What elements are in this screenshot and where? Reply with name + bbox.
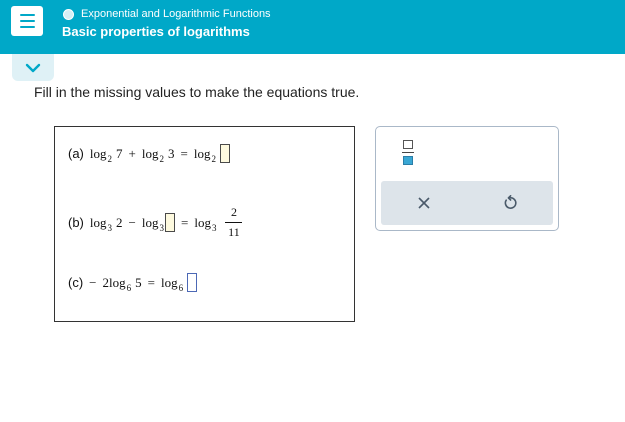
undo-button[interactable] — [499, 192, 521, 214]
log-base: 3 — [211, 222, 217, 233]
undo-icon — [504, 195, 517, 209]
minus-operator: − — [128, 214, 136, 230]
fraction-denominator-slot — [403, 156, 413, 165]
top-header: Exponential and Logarithmic Functions Ba… — [0, 0, 625, 54]
topic-title: Exponential and Logarithmic Functions — [81, 8, 271, 20]
log-function: log — [141, 214, 159, 230]
equation-b: (b) log 3 2 − log 3 = log 3 2 11 — [68, 205, 243, 240]
menu-button[interactable] — [11, 6, 43, 36]
equals-operator: = — [180, 145, 188, 161]
fraction-numerator: 2 — [230, 205, 237, 219]
log-function: log — [89, 214, 107, 230]
equals-operator: = — [147, 274, 155, 290]
negative-sign: − — [89, 274, 97, 290]
circle-icon — [63, 8, 74, 20]
equation-c: (c) − 2 log 6 5 = log 6 — [68, 273, 198, 293]
log-base: 2 — [107, 153, 113, 164]
fraction-icon[interactable] — [402, 140, 414, 168]
log-function: log — [109, 274, 126, 290]
math-tools-panel — [375, 126, 559, 231]
answer-input-c[interactable] — [187, 273, 198, 292]
log-base: 3 — [159, 222, 164, 233]
log-argument: 3 — [167, 145, 175, 161]
fraction: 2 11 — [225, 205, 243, 240]
clear-button[interactable] — [413, 192, 435, 214]
log-argument: 5 — [135, 274, 142, 290]
lesson-title: Basic properties of logarithms — [62, 24, 250, 39]
topic-breadcrumb: Exponential and Logarithmic Functions — [63, 6, 271, 22]
hamburger-icon-line — [19, 20, 35, 22]
log-base: 2 — [211, 153, 216, 164]
instructions-text: Fill in the missing values to make the e… — [34, 84, 360, 100]
log-base: 2 — [159, 153, 164, 164]
answer-input-a[interactable] — [219, 144, 230, 163]
equals-operator: = — [180, 214, 189, 230]
collapse-button[interactable] — [12, 54, 54, 81]
log-base: 6 — [178, 282, 184, 293]
log-base: 6 — [126, 282, 132, 293]
log-function: log — [141, 145, 159, 161]
close-icon — [418, 197, 430, 209]
log-function: log — [194, 214, 211, 230]
chevron-down-icon — [25, 63, 41, 72]
equations-panel: (a) log 2 7 + log 2 3 = log 2 (b) log 3 2 − … — [54, 126, 355, 322]
action-bar — [381, 181, 553, 225]
answer-input-b[interactable] — [164, 213, 175, 232]
equation-a: (a) log 2 7 + log 2 3 = log 2 — [68, 144, 230, 164]
log-function: log — [89, 145, 107, 161]
hamburger-icon-line — [19, 26, 35, 28]
log-base: 3 — [107, 222, 113, 233]
fraction-denominator: 11 — [228, 225, 240, 239]
log-argument: 2 — [116, 214, 123, 230]
fraction-numerator-slot — [403, 140, 413, 149]
equation-label: (b) — [68, 215, 84, 230]
plus-operator: + — [128, 145, 136, 161]
log-function: log — [193, 145, 211, 161]
equation-label: (a) — [68, 146, 84, 161]
hamburger-icon — [19, 14, 35, 16]
equation-label: (c) — [68, 275, 84, 290]
log-function: log — [160, 274, 178, 290]
fraction-line — [402, 152, 414, 153]
log-argument: 7 — [116, 145, 123, 161]
